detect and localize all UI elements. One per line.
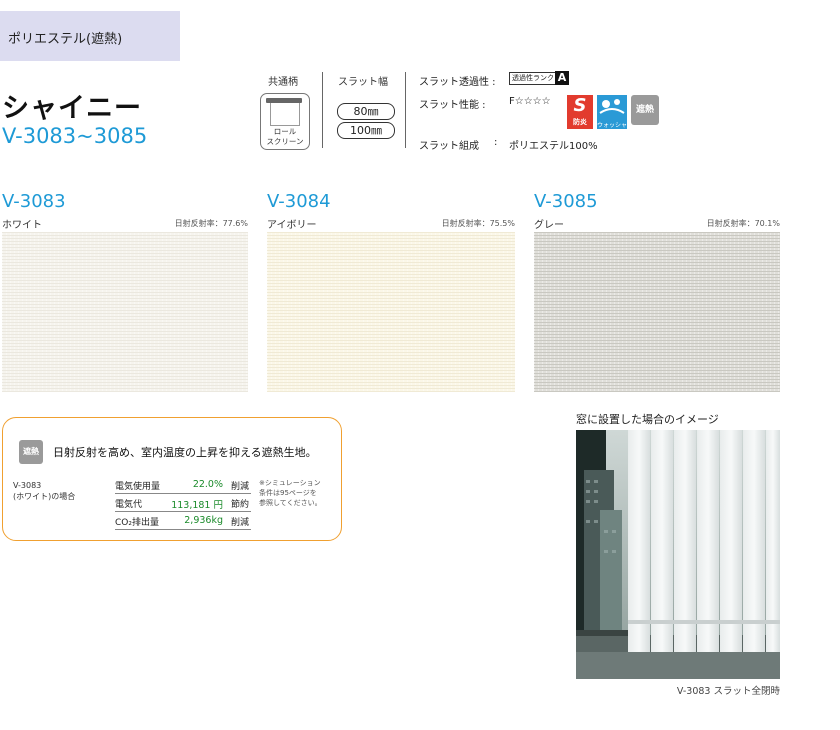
row-label-cost: 電気代 bbox=[115, 500, 143, 510]
swatch-code-3083: V-3083 bbox=[2, 191, 66, 212]
category-tag: ポリエステル(遮熱) bbox=[0, 11, 180, 61]
row-divider bbox=[115, 511, 251, 512]
row-value-electricity: 22.0% bbox=[192, 479, 223, 490]
row-unit-co2: 削減 bbox=[231, 518, 250, 528]
swatch-3085 bbox=[534, 232, 780, 392]
heat-shield-callout: 遮熱 日射反射を高め、室内温度の上昇を抑える遮熱生地。 V-3083 (ホワイト… bbox=[2, 417, 342, 541]
washable-icon: ウォッシャブル bbox=[597, 95, 627, 139]
roll-screen-label-2: スクリーン bbox=[266, 137, 304, 146]
swatch-reflectance-3085: 日射反射率：70.1% bbox=[706, 219, 780, 228]
product-code-range: V-3083~3085 bbox=[2, 124, 148, 148]
row-value-co2: 2,936kg bbox=[184, 515, 223, 526]
heat-shield-icon: 遮熱 bbox=[631, 95, 659, 125]
performance-label: スラット性能 : bbox=[419, 100, 486, 111]
roll-screen-label-1: ロール bbox=[273, 127, 297, 136]
slat-width-label: スラット幅 bbox=[338, 77, 388, 88]
swatch-3084 bbox=[267, 232, 515, 392]
callout-title: 日射反射を高め、室内温度の上昇を抑える遮熱生地。 bbox=[53, 446, 317, 459]
swatch-name-3085: グレー bbox=[534, 220, 564, 231]
transmittance-rank: A bbox=[555, 71, 569, 85]
swatch-name-3084: アイボリー bbox=[267, 220, 317, 231]
composition-label: スラット組成 bbox=[419, 141, 479, 152]
swatch-code-3085: V-3085 bbox=[534, 191, 598, 212]
swatch-name-3083: ホワイト bbox=[2, 220, 42, 231]
row-value-cost: 113,181 円 bbox=[171, 500, 223, 511]
transmittance-label: スラット透過性 : bbox=[419, 77, 496, 88]
row-unit-cost: 節約 bbox=[231, 500, 250, 510]
common-pattern-label: 共通柄 bbox=[268, 77, 298, 88]
composition-value: ポリエステル100% bbox=[509, 141, 598, 152]
swatch-3083 bbox=[2, 232, 248, 392]
sample-line-2: (ホワイト)の場合 bbox=[13, 492, 76, 501]
divider bbox=[322, 72, 323, 148]
slat-width-80: 80㎜ bbox=[337, 103, 395, 120]
slat-width-100: 100㎜ bbox=[337, 122, 395, 139]
swatch-code-3084: V-3084 bbox=[267, 191, 331, 212]
roll-screen-icon: ロール スクリーン bbox=[260, 93, 310, 150]
row-divider bbox=[115, 529, 251, 530]
swatch-reflectance-3083: 日射反射率：77.6% bbox=[174, 219, 248, 228]
row-divider bbox=[115, 493, 251, 494]
simulation-note: ※シミュレーション 条件は95ページを 参照してください。 bbox=[259, 479, 322, 507]
heat-shield-badge: 遮熱 bbox=[19, 440, 43, 464]
transmittance-rank-text: 透過性ランク bbox=[509, 72, 557, 85]
performance-value: F☆☆☆☆ bbox=[509, 96, 551, 107]
swatch-reflectance-3084: 日射反射率：75.5% bbox=[441, 219, 515, 228]
flame-retardant-icon: S 防炎 bbox=[567, 95, 593, 129]
composition-sep: : bbox=[494, 137, 498, 148]
photo-title: 窓に設置した場合のイメージ bbox=[576, 413, 719, 426]
photo-caption: V-3083 スラット全閉時 bbox=[676, 686, 780, 697]
sample-line-1: V-3083 bbox=[13, 481, 42, 490]
row-unit-electricity: 削減 bbox=[231, 482, 250, 492]
category-tag-label: ポリエステル(遮熱) bbox=[8, 32, 123, 47]
divider bbox=[405, 72, 406, 148]
product-name: シャイニー bbox=[2, 93, 142, 124]
installed-blind-photo bbox=[576, 430, 780, 679]
